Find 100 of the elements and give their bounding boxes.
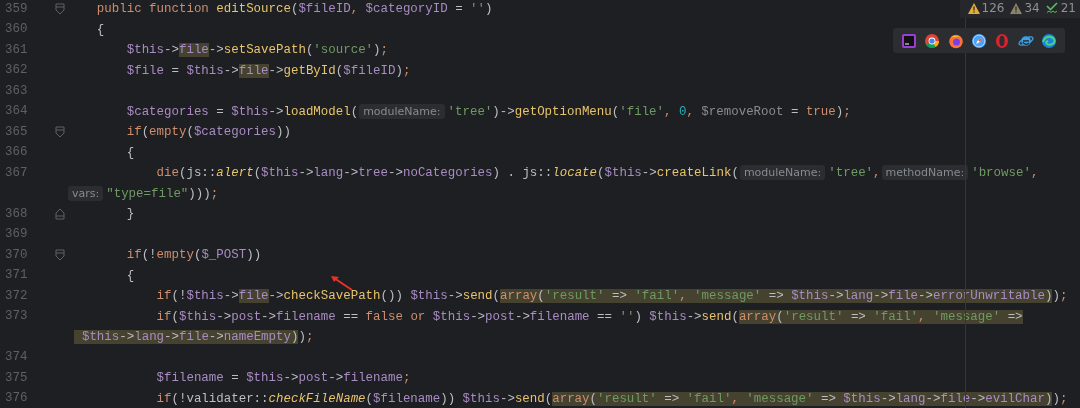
variable: $filename (155, 371, 224, 385)
keyword: if (155, 289, 172, 303)
line-number: 361 (4, 41, 29, 59)
variable: $this (74, 330, 120, 344)
code-text: ) . js:: (492, 166, 553, 180)
function-name: getOptionMenu (514, 104, 612, 119)
code-text: -> (686, 309, 702, 324)
function-name: locate (552, 166, 598, 180)
arrow-annotation-drawing (331, 276, 353, 291)
code-text: ( (186, 125, 194, 139)
code-text: ( (597, 166, 605, 180)
keyword: ; (210, 186, 219, 201)
variable: $this (178, 309, 217, 324)
code-text: ) (291, 330, 299, 344)
line-number: 374 (4, 349, 29, 367)
code-text: -> (499, 391, 515, 406)
variable: $categories (193, 125, 276, 139)
square-logo-icon[interactable] (900, 32, 917, 49)
code-text: -> (164, 330, 179, 344)
code-text: -> (223, 289, 239, 303)
variable: file (178, 43, 209, 57)
string-literal: 'message' (738, 391, 814, 406)
variable: $this (261, 166, 299, 180)
code-text: )) (440, 391, 456, 406)
keyword: if (125, 125, 142, 139)
keyword: ; (402, 63, 411, 78)
parameter-name: $removeRoot (700, 104, 784, 119)
flame-globe-icon[interactable] (947, 32, 964, 49)
keyword: array (738, 309, 777, 324)
line-number: 360 (4, 21, 29, 39)
code-text: -> (343, 166, 359, 180)
string-literal: 'tree' (828, 166, 874, 180)
fold-marker-icon[interactable] (55, 3, 65, 16)
string-literal: 'fail' (634, 289, 680, 303)
keyword: ; (1059, 391, 1068, 406)
code-text: ( (335, 63, 344, 78)
oval-ring-icon[interactable] (994, 32, 1011, 49)
code-text: ( (290, 2, 299, 16)
variable: errorUnwritable (933, 289, 1045, 303)
fold-marker-icon[interactable] (55, 249, 65, 262)
code-text: ) (298, 330, 306, 344)
code-text: -> (447, 289, 463, 303)
code-text: -> (641, 166, 657, 180)
parameter-hint: methodName: (881, 165, 969, 180)
code-text: -> (261, 309, 277, 324)
function-name: send (462, 289, 493, 303)
variable: $this (231, 104, 269, 119)
keyword: , (664, 104, 672, 119)
inspection-counter[interactable]: 126 (967, 0, 1005, 16)
variable: post (298, 371, 329, 385)
keyword: false or (365, 309, 426, 324)
code-text: -> (388, 166, 403, 180)
code-text: ( (171, 309, 179, 324)
code-text: = (230, 371, 240, 385)
number-literal: 0 (677, 104, 687, 119)
variable: file (238, 289, 269, 303)
string-literal: 'fail' (686, 391, 732, 406)
code-text: => (843, 309, 874, 324)
code-text: = (789, 104, 800, 119)
line-number: 373 (4, 308, 29, 326)
line-number: 362 (4, 62, 29, 80)
variable: filename (343, 371, 403, 385)
function-name: checkFileName (268, 391, 366, 406)
inspection-counter[interactable]: 34 (1010, 0, 1040, 16)
function-name: editSource (216, 2, 291, 16)
wave-circle-icon[interactable] (1041, 32, 1058, 49)
code-text: ( (350, 104, 359, 119)
keyword: , (918, 309, 926, 324)
variable: $this (246, 371, 284, 385)
variable: $filename (373, 391, 441, 406)
keyword: , (350, 2, 359, 16)
code-text: ( (776, 309, 784, 324)
keyword: empty (149, 125, 187, 139)
variable: $_POST (201, 248, 247, 262)
code-text: )) (246, 248, 262, 262)
keyword: public function (95, 2, 210, 16)
line-number: 369 (4, 226, 29, 244)
variable: post (485, 309, 515, 324)
segmented-circle-icon[interactable] (924, 32, 941, 49)
string-literal: 'result' (783, 309, 844, 324)
variable: lang (895, 391, 926, 406)
fold-marker-icon[interactable] (55, 208, 65, 221)
code-text: => (604, 289, 635, 303)
code-text: -> (283, 371, 299, 385)
string-literal: 'result' (597, 391, 657, 406)
variable: $categories (125, 104, 209, 119)
variable: evilChar (985, 391, 1045, 406)
keyword: if (155, 309, 172, 324)
variable: post (231, 309, 262, 324)
function-name: createLink (656, 166, 732, 180)
function-name: loadModel (283, 104, 351, 119)
code-text: -> (873, 289, 889, 303)
code-text: ) (485, 2, 493, 16)
compass-icon[interactable] (970, 32, 987, 49)
variable: $fileID (343, 63, 396, 78)
code-text: ( (611, 104, 620, 119)
fold-marker-icon[interactable] (55, 126, 65, 139)
function-name: checkSavePath (283, 289, 381, 303)
inspection-counter[interactable]: 21 (1045, 0, 1076, 16)
line-number: 368 (4, 205, 29, 223)
